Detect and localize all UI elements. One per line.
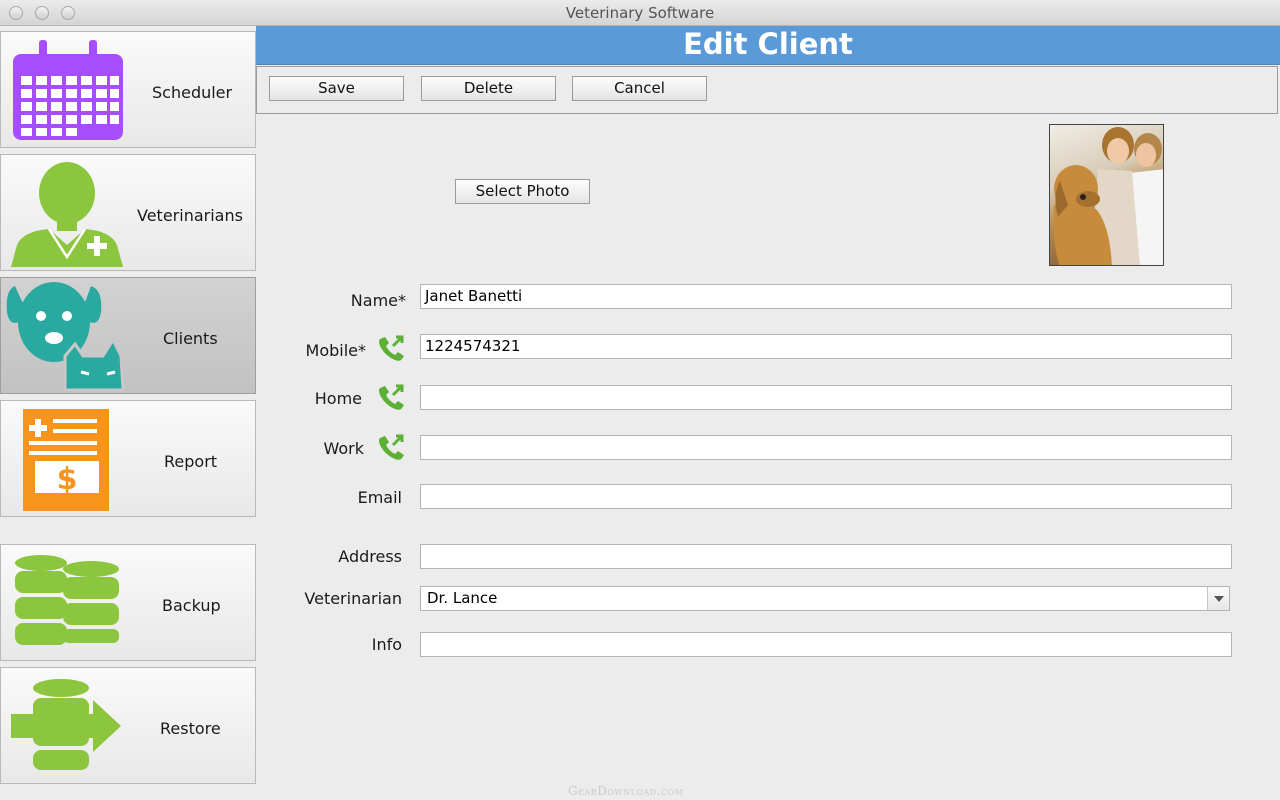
- database-restore-icon: [11, 679, 121, 770]
- database-icon: [15, 555, 119, 645]
- watermark: GearDownload.com: [568, 784, 684, 798]
- sidebar-item-veterinarians[interactable]: Veterinarians: [0, 154, 256, 271]
- address-field[interactable]: [420, 544, 1232, 569]
- veterinarian-selected-value: Dr. Lance: [427, 589, 498, 607]
- window-titlebar: Veterinary Software: [0, 0, 1280, 26]
- home-label: Home: [314, 389, 362, 408]
- call-work-icon[interactable]: [376, 432, 408, 462]
- work-phone-field[interactable]: [420, 435, 1232, 460]
- action-toolbar: Save Delete Cancel: [256, 66, 1278, 114]
- name-field[interactable]: Janet Banetti: [420, 284, 1232, 309]
- veterinarian-select[interactable]: Dr. Lance: [420, 586, 1230, 611]
- name-label: Name*: [350, 291, 406, 310]
- sidebar-item-label: Veterinarians: [137, 206, 243, 225]
- client-photo: [1049, 124, 1164, 266]
- call-mobile-icon[interactable]: [376, 333, 408, 363]
- window-title: Veterinary Software: [565, 4, 715, 22]
- save-button[interactable]: Save: [269, 76, 404, 101]
- mobile-label: Mobile*: [305, 341, 366, 360]
- chevron-down-icon[interactable]: [1207, 587, 1229, 610]
- sidebar-item-label: Scheduler: [152, 83, 233, 102]
- svg-text:$: $: [57, 462, 78, 497]
- mobile-field[interactable]: 1224574321: [420, 334, 1232, 359]
- page-header: Edit Client: [256, 26, 1280, 65]
- veterinarian-icon: [11, 162, 123, 267]
- select-photo-button[interactable]: Select Photo: [455, 179, 590, 204]
- delete-button[interactable]: Delete: [421, 76, 556, 101]
- veterinarian-label: Veterinarian: [304, 589, 402, 608]
- page-title: Edit Client: [683, 27, 853, 61]
- sidebar-item-backup[interactable]: Backup: [0, 544, 256, 661]
- info-label: Info: [371, 635, 402, 654]
- info-field[interactable]: [420, 632, 1232, 657]
- cancel-button[interactable]: Cancel: [572, 76, 707, 101]
- email-field[interactable]: [420, 484, 1232, 509]
- invoice-icon: $: [23, 409, 109, 511]
- sidebar-item-label: Clients: [163, 329, 218, 348]
- home-phone-field[interactable]: [420, 385, 1232, 410]
- address-label: Address: [338, 547, 402, 566]
- sidebar-item-scheduler[interactable]: Scheduler: [0, 31, 256, 148]
- work-label: Work: [323, 439, 364, 458]
- dog-cat-icon: [6, 282, 125, 392]
- sidebar-item-label: Backup: [162, 596, 221, 615]
- email-label: Email: [357, 488, 402, 507]
- sidebar-item-report[interactable]: $ Report: [0, 400, 256, 517]
- sidebar-item-restore[interactable]: Restore: [0, 667, 256, 784]
- calendar-icon: [13, 40, 123, 140]
- sidebar-item-label: Report: [164, 452, 218, 471]
- sidebar-item-label: Restore: [160, 719, 221, 738]
- call-home-icon[interactable]: [376, 382, 408, 412]
- sidebar-item-clients[interactable]: Clients: [0, 277, 256, 394]
